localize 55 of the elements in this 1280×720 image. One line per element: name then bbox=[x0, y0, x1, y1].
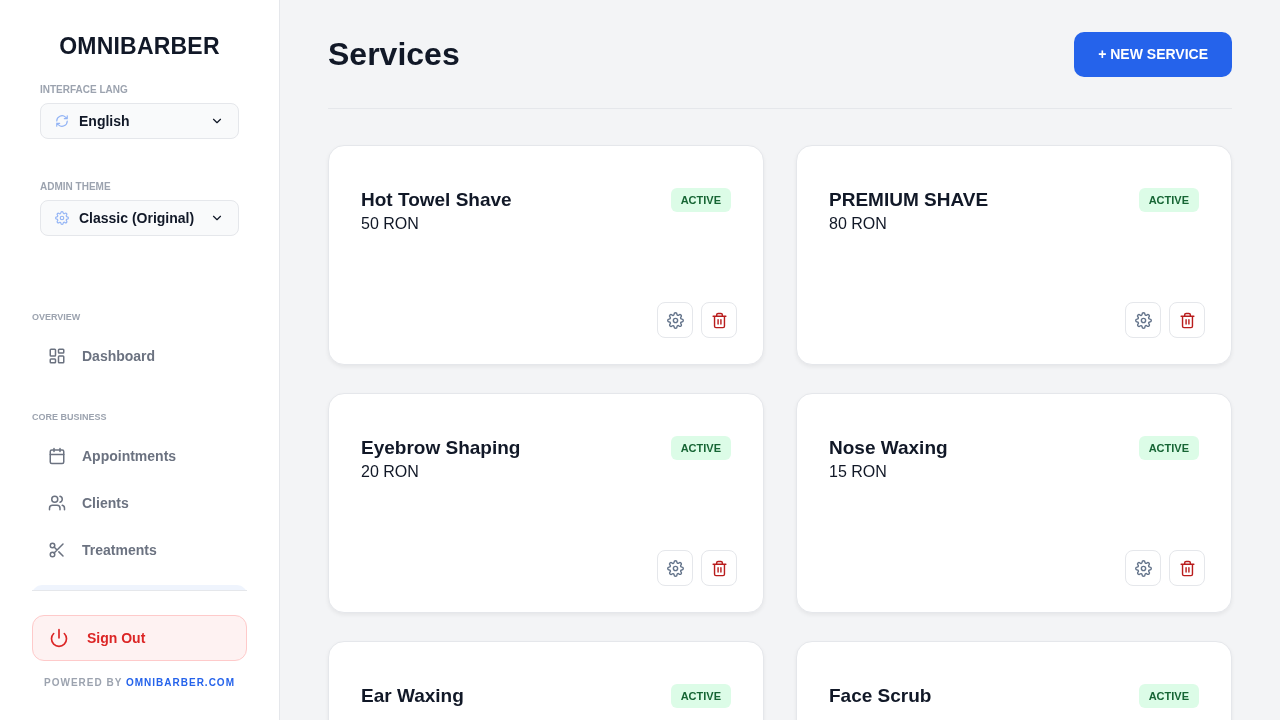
dropdown-select[interactable]: English bbox=[40, 103, 239, 139]
new-service-button[interactable]: + NEW SERVICE bbox=[1074, 31, 1232, 77]
status-badge: ACTIVE bbox=[670, 436, 731, 460]
field-label: ADMIN THEME bbox=[40, 181, 112, 192]
service-name: Face Scrub bbox=[829, 685, 932, 707]
sign-out-button[interactable]: Sign Out bbox=[32, 615, 247, 661]
settings-icon bbox=[1134, 559, 1152, 577]
dropdown-select[interactable]: Classic (Original) bbox=[40, 200, 239, 236]
nav-item[interactable]: Appointments bbox=[32, 444, 247, 468]
service-name: Ear Waxing bbox=[361, 685, 464, 707]
settings-button[interactable] bbox=[657, 550, 693, 586]
settings-button[interactable] bbox=[657, 302, 693, 338]
settings-button[interactable] bbox=[1125, 302, 1161, 338]
settings-button[interactable] bbox=[1125, 550, 1161, 586]
website-link[interactable]: OMNIBARBER.COM bbox=[125, 677, 235, 688]
scissors-icon bbox=[48, 541, 66, 559]
service-price: 50 RON bbox=[361, 215, 420, 233]
delete-button[interactable] bbox=[1169, 302, 1205, 338]
calendar-icon bbox=[48, 447, 66, 465]
powered-by-text: POWERED BY OMNIBARBER.COM bbox=[43, 677, 236, 688]
trash-icon bbox=[710, 559, 728, 577]
service-price: 80 RON bbox=[829, 215, 888, 233]
section-heading: CORE BUSINESS bbox=[32, 412, 108, 422]
service-name: Eyebrow Shaping bbox=[361, 437, 521, 459]
page-title: Services bbox=[328, 35, 460, 73]
settings-icon bbox=[666, 311, 684, 329]
power-icon bbox=[49, 628, 69, 648]
field-label: INTERFACE LANG bbox=[40, 84, 129, 95]
users-icon bbox=[48, 494, 66, 512]
status-badge: ACTIVE bbox=[670, 188, 731, 212]
status-badge: ACTIVE bbox=[1138, 436, 1199, 460]
status-badge: ACTIVE bbox=[1138, 684, 1199, 708]
delete-button[interactable] bbox=[701, 550, 737, 586]
status-badge: ACTIVE bbox=[670, 684, 731, 708]
nav-item[interactable]: Treatments bbox=[32, 538, 247, 562]
dashboard-icon bbox=[48, 347, 66, 365]
delete-button[interactable] bbox=[701, 302, 737, 338]
trash-icon bbox=[1178, 311, 1196, 329]
section-heading: OVERVIEW bbox=[32, 312, 82, 322]
service-price: 20 RON bbox=[361, 463, 420, 481]
nav-item[interactable]: Dashboard bbox=[32, 344, 247, 368]
app-logo: OMNIBARBER bbox=[58, 33, 221, 60]
status-badge: ACTIVE bbox=[1138, 188, 1199, 212]
settings-icon bbox=[666, 559, 684, 577]
service-name: PREMIUM SHAVE bbox=[829, 189, 989, 211]
settings-icon bbox=[1134, 311, 1152, 329]
delete-button[interactable] bbox=[1169, 550, 1205, 586]
service-price: 15 RON bbox=[829, 463, 888, 481]
nav-item[interactable]: Clients bbox=[32, 491, 247, 515]
gear-icon bbox=[55, 211, 69, 225]
trash-icon bbox=[1178, 559, 1196, 577]
service-name: Hot Towel Shave bbox=[361, 189, 512, 211]
service-name: Nose Waxing bbox=[829, 437, 948, 459]
trash-icon bbox=[710, 311, 728, 329]
refresh-icon bbox=[55, 114, 69, 128]
